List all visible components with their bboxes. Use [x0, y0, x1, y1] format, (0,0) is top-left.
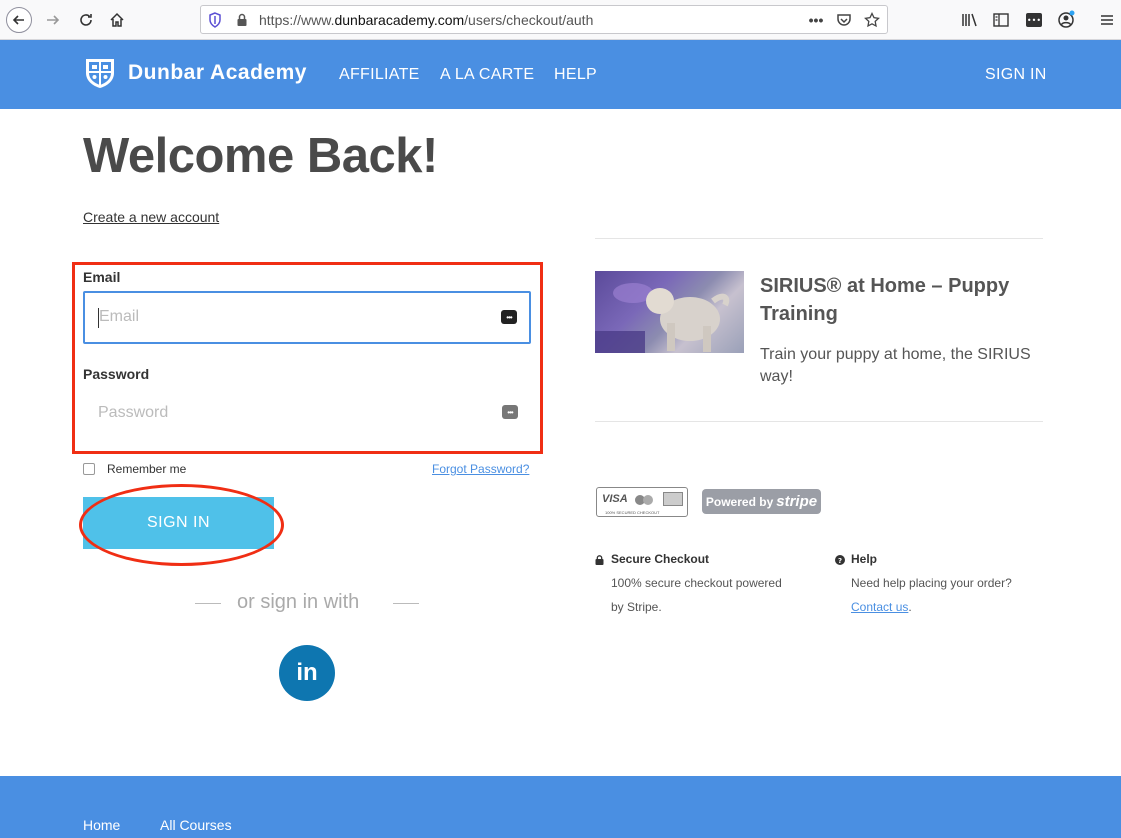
linkedin-icon: in — [296, 659, 318, 686]
crest-icon — [86, 59, 114, 88]
back-button[interactable] — [6, 7, 32, 33]
powered-by-text: Powered by — [705, 494, 774, 509]
menu-icon[interactable] — [1096, 9, 1118, 31]
page-actions-icon[interactable]: ••• — [807, 11, 825, 29]
divider-line — [195, 603, 221, 604]
site-footer: Home All Courses — [0, 776, 1121, 838]
bookmark-star-icon[interactable] — [863, 11, 881, 29]
highlight-ellipse — [79, 484, 284, 566]
svg-text:?: ? — [838, 557, 842, 565]
password-manager-icon[interactable]: ••• — [1023, 9, 1045, 31]
footer-home-link[interactable]: Home — [83, 817, 120, 833]
pocket-icon[interactable] — [835, 11, 853, 29]
autofill-key-icon[interactable]: ••• — [501, 310, 517, 324]
browser-toolbar: https://www.dunbaracademy.com/users/chec… — [0, 0, 1121, 40]
password-placeholder: Password — [98, 404, 169, 421]
site-header: Dunbar Academy AFFILIATE A LA CARTE HELP… — [0, 40, 1121, 109]
divider — [595, 238, 1043, 239]
remember-label: Remember me — [107, 462, 187, 476]
card-logos-badge: VISA 100% SECURED CHECKOUT — [596, 487, 688, 517]
header-sign-in[interactable]: SIGN IN — [985, 66, 1047, 84]
secured-checkout-text: 100% SECURED CHECKOUT — [605, 510, 660, 515]
home-button[interactable] — [104, 7, 130, 33]
forgot-password-link[interactable]: Forgot Password? — [432, 462, 529, 476]
stripe-logo: stripe — [776, 493, 818, 510]
course-thumbnail — [595, 271, 744, 353]
email-label: Email — [83, 269, 121, 285]
footer-all-courses-link[interactable]: All Courses — [160, 817, 232, 833]
secure-checkout-text: 100% secure checkout powered by Stripe. — [611, 576, 782, 614]
address-bar[interactable]: https://www.dunbaracademy.com/users/chec… — [200, 5, 888, 34]
course-title[interactable]: SIRIUS® at Home – Puppy Training — [760, 272, 1040, 328]
divider-line — [393, 603, 419, 604]
site-logo[interactable]: Dunbar Academy — [83, 56, 307, 90]
home-icon — [110, 12, 124, 27]
arrow-left-icon — [12, 15, 24, 25]
help-title: Help — [851, 552, 878, 566]
create-account-link[interactable]: Create a new account — [83, 209, 219, 225]
autofill-key-icon[interactable]: ••• — [502, 405, 518, 419]
nav-a-la-carte[interactable]: A LA CARTE — [440, 66, 534, 84]
sidebar-icon[interactable] — [990, 9, 1012, 31]
password-label: Password — [83, 366, 150, 382]
help-text: Need help placing your order? Contact us… — [851, 576, 1012, 614]
contact-us-link[interactable]: Contact us — [851, 600, 908, 614]
svg-text:•••: ••• — [1027, 16, 1041, 25]
nav-help[interactable]: HELP — [554, 66, 597, 84]
account-icon[interactable] — [1055, 9, 1077, 31]
email-field[interactable]: Email ••• — [83, 291, 531, 344]
lock-icon[interactable] — [233, 11, 251, 29]
forward-button[interactable] — [40, 7, 66, 33]
tracking-shield-icon[interactable] — [206, 11, 224, 29]
course-description: Train your puppy at home, the SIRIUS way… — [760, 346, 1031, 385]
lock-icon — [595, 555, 604, 565]
remember-checkbox[interactable] — [83, 463, 95, 475]
divider — [595, 421, 1043, 422]
page-title: Welcome Back! — [83, 129, 438, 183]
reload-icon — [80, 14, 92, 26]
email-placeholder: Email — [99, 308, 140, 325]
linkedin-button[interactable]: in — [279, 645, 335, 701]
amex-card-icon — [663, 492, 683, 506]
password-field[interactable]: Password ••• — [83, 388, 531, 441]
logo-text[interactable]: Dunbar Academy — [128, 61, 307, 85]
reload-button[interactable] — [73, 7, 99, 33]
url-text[interactable]: https://www.dunbaracademy.com/users/chec… — [259, 12, 593, 28]
remember-me[interactable]: Remember me — [83, 462, 186, 476]
arrow-right-icon — [47, 15, 60, 25]
visa-logo: VISA — [602, 493, 628, 505]
mastercard-icon — [635, 495, 653, 505]
help-icon: ? — [835, 555, 845, 565]
or-sign-in-with: or sign in with — [237, 591, 360, 613]
secure-checkout-title: Secure Checkout — [611, 552, 710, 566]
library-icon[interactable] — [959, 9, 981, 31]
powered-by-stripe-badge: Powered by stripe — [702, 489, 821, 514]
nav-affiliate[interactable]: AFFILIATE — [339, 66, 420, 84]
